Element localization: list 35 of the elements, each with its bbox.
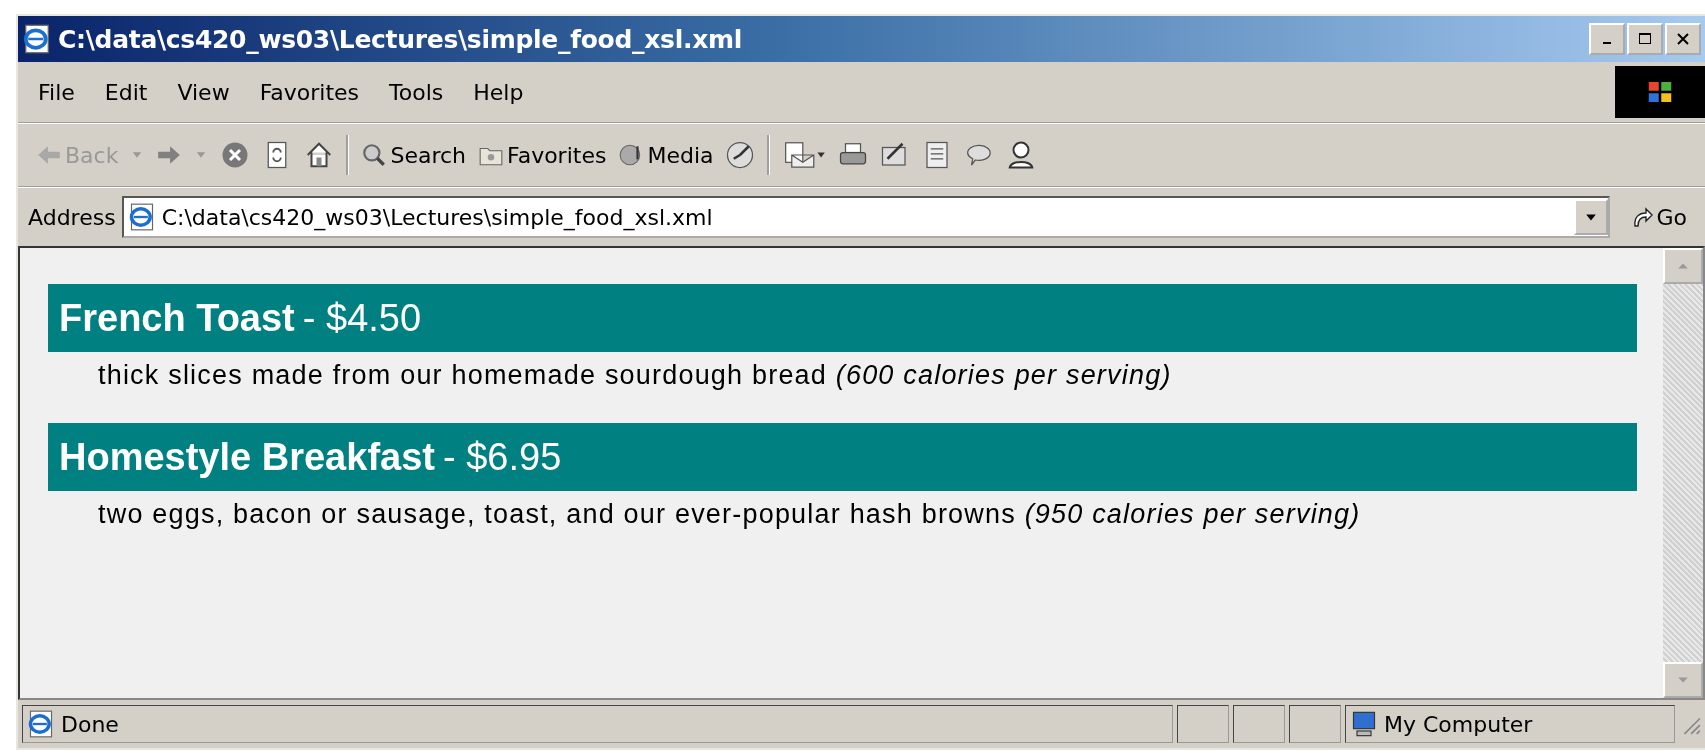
page-icon (27, 710, 55, 738)
menu-item[interactable]: File (38, 79, 75, 105)
favorites-button[interactable]: Favorites (478, 142, 607, 168)
address-label: Address (28, 204, 116, 230)
item-description: two eggs, bacon or sausage, toast, and our ever-popular hash browns (950 calories per serving) (97, 498, 1362, 530)
status-panel (1233, 705, 1285, 743)
menu-item[interactable]: Favorites (259, 79, 360, 105)
page-icon (127, 203, 156, 231)
menu-item[interactable]: View (177, 79, 230, 105)
minimize-icon (1603, 42, 1611, 44)
mail-icon[interactable] (782, 140, 827, 170)
status-text: Done (61, 711, 119, 737)
status-panel (1289, 705, 1341, 743)
menu-item[interactable]: Edit (104, 79, 148, 105)
item-heading: French Toast - $4.50 (48, 284, 1637, 352)
item-description: thick slices made from our homemade sourdough bread (600 calories per serving) (97, 359, 1173, 391)
history-icon[interactable] (725, 140, 756, 170)
close-icon (1675, 31, 1691, 47)
item-heading: Homestyle Breakfast - $6.95 (48, 423, 1637, 491)
security-zone: My Computer (1384, 711, 1533, 737)
menu-item[interactable]: Tools (389, 79, 444, 105)
go-button[interactable]: Go (1616, 204, 1705, 230)
dropdown-button[interactable] (1574, 199, 1609, 235)
address-field[interactable]: C:\data\cs420_ws03\Lectures\simple_food_xsl.xml (121, 196, 1611, 238)
media-button[interactable]: Media (618, 142, 714, 168)
status-panel (1177, 705, 1229, 743)
menu-item[interactable]: Help (473, 79, 524, 105)
maximize-button[interactable] (1627, 23, 1663, 55)
maximize-icon (1637, 31, 1653, 47)
window-title: C:\data\cs420_ws03\Lectures\simple_food_xsl.xml (58, 24, 743, 54)
search-icon (361, 142, 388, 168)
computer-icon (1350, 710, 1378, 738)
page-icon (22, 24, 52, 54)
search-button[interactable]: Search (361, 142, 466, 168)
close-button[interactable] (1665, 23, 1701, 55)
